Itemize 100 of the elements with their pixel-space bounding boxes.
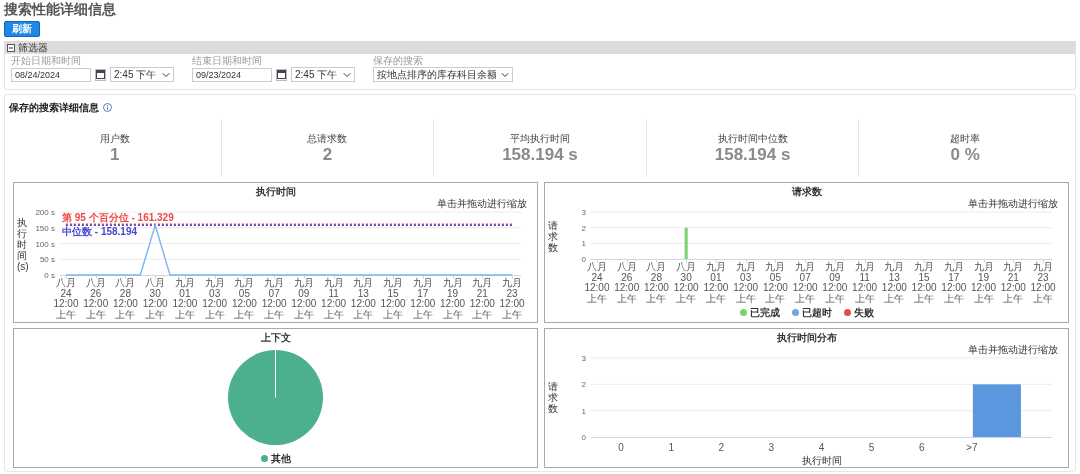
axis-title: 请求数 — [548, 219, 558, 252]
axis-label: >7 — [965, 442, 979, 453]
axis-label: 九月 05 12:00 上午 — [761, 262, 789, 304]
axis-label: 0 s — [44, 271, 55, 280]
axis-label: 九月 09 12:00 上午 — [821, 262, 849, 304]
axis-label: 九月 21 12:00 上午 — [468, 278, 496, 320]
filter-title: 筛选器 — [18, 41, 48, 55]
axis-label: 九月 19 12:00 上午 — [439, 278, 467, 320]
axis-label: 八月 30 12:00 上午 — [141, 278, 169, 320]
chart-title: 上下文 — [259, 330, 292, 344]
axis-label: 1 — [667, 442, 675, 453]
axis-label: 5 — [867, 442, 876, 453]
axis-label: 九月 13 12:00 上午 — [880, 262, 908, 304]
axis-label: 2 — [581, 223, 586, 233]
axis-label: 0 — [581, 255, 586, 264]
stat-label: 用户数 — [99, 132, 130, 145]
chart-title: 请求数 — [790, 185, 823, 198]
date-field[interactable]: 09/23/2024 — [192, 67, 272, 82]
info-icon — [103, 103, 112, 112]
axis-label: 九月 11 12:00 上午 — [851, 262, 879, 304]
axis-label: 3 — [767, 442, 776, 453]
axis-label: 2 — [581, 379, 586, 389]
axis-label: 1 — [581, 239, 586, 249]
data-bar — [972, 383, 1021, 437]
data-bar — [684, 227, 688, 259]
field-label: 开始日期和时间 — [11, 55, 82, 67]
time-select[interactable]: 2:45 下午 — [110, 67, 174, 82]
axis-label: 九月 11 12:00 上午 — [320, 278, 348, 320]
axis-label: 八月 28 12:00 上午 — [111, 278, 139, 320]
axis-label: 50 s — [39, 255, 55, 265]
page-title: 搜索性能详细信息 — [4, 1, 117, 17]
axis-label: 3 — [581, 208, 586, 217]
axis-label: 九月 23 12:00 上午 — [498, 278, 526, 320]
axis-label: 八月 28 12:00 上午 — [642, 262, 670, 304]
field-label: 结束日期和时间 — [192, 55, 263, 67]
stat-value: 1 — [110, 144, 120, 164]
axis-label: 九月 23 12:00 上午 — [1029, 262, 1057, 304]
axis-label: 九月 17 12:00 上午 — [409, 278, 437, 320]
axis-label: 九月 01 12:00 上午 — [171, 278, 199, 320]
section-title: 保存的搜索详细信息 — [9, 101, 99, 115]
axis-label: 6 — [917, 442, 926, 453]
saved-search-select[interactable]: 按地点排序的库存科目余额 — [373, 67, 513, 82]
axis-label: 九月 09 12:00 上午 — [290, 278, 318, 320]
zoom-hint: 单击并拖动进行缩放 — [968, 343, 1058, 355]
stat-value: 0 % — [950, 144, 980, 164]
stat-value: 2 — [322, 144, 333, 164]
axis-label: 0 — [617, 442, 625, 453]
field-label: 保存的搜索 — [373, 55, 424, 67]
stat-label: 平均执行时间 — [510, 132, 570, 145]
axis-label: 200 s — [35, 208, 55, 217]
date-field[interactable]: 08/24/2024 — [11, 67, 91, 82]
chart-title: 执行时间 — [254, 185, 297, 198]
axis-label: 150 s — [35, 223, 55, 233]
axis-label: 九月 03 12:00 上午 — [732, 262, 760, 304]
zoom-hint: 单击并拖动进行缩放 — [968, 198, 1058, 209]
axis-label: 九月 03 12:00 上午 — [201, 278, 229, 320]
axis-label: 八月 26 12:00 上午 — [82, 278, 110, 320]
axis-label: 八月 24 12:00 上午 — [584, 262, 611, 304]
reference-label: 第 95 个百分位 - 161.329 — [62, 213, 174, 224]
axis-label: 九月 21 12:00 上午 — [999, 262, 1027, 304]
axis-label: 九月 15 12:00 上午 — [910, 262, 938, 304]
stat-label: 总请求数 — [307, 132, 348, 145]
axis-label: 九月 01 12:00 上午 — [702, 262, 730, 304]
stat-label: 执行时间中位数 — [717, 132, 788, 145]
axis-label: 九月 13 12:00 上午 — [349, 278, 377, 320]
filter-header[interactable]: 筛选器 — [4, 41, 1076, 54]
axis-title: 请求数 — [548, 380, 558, 414]
axis-label: 九月 17 12:00 上午 — [940, 262, 968, 304]
axis-label: 100 s — [35, 239, 55, 249]
axis-label: 九月 07 12:00 上午 — [791, 262, 819, 304]
refresh-button[interactable]: 刷新 — [4, 21, 40, 37]
axis-label: 八月 26 12:00 上午 — [613, 262, 641, 304]
calendar-icon — [96, 70, 105, 79]
time-select[interactable]: 2:45 下午 — [291, 67, 355, 82]
legend-label: 已完成 — [749, 306, 780, 320]
axis-label: 九月 15 12:00 上午 — [379, 278, 407, 320]
axis-title: 执行时间 — [800, 454, 843, 466]
calendar-button[interactable] — [95, 68, 106, 81]
axis-label: 八月 30 12:00 上午 — [672, 262, 700, 304]
axis-label: 九月 19 12:00 上午 — [970, 262, 998, 304]
chart-title: 执行时间分布 — [775, 330, 838, 344]
axis-label: 九月 07 12:00 上午 — [260, 278, 288, 320]
axis-label: 4 — [817, 442, 826, 453]
axis-label: 3 — [581, 353, 586, 363]
axis-label: 九月 05 12:00 上午 — [230, 278, 258, 320]
stat-value: 158.194 s — [502, 144, 578, 164]
stat-value: 158.194 s — [714, 144, 791, 164]
calendar-icon — [277, 70, 286, 79]
stat-label: 超时率 — [950, 132, 981, 145]
legend-label: 失败 — [853, 306, 874, 320]
reference-label: 中位数 - 158.194 — [62, 227, 138, 238]
legend-label: 其他 — [270, 451, 291, 466]
zoom-hint: 单击并拖动进行缩放 — [437, 198, 527, 209]
legend-label: 已超时 — [801, 306, 832, 320]
axis-label: 八月 24 12:00 上午 — [53, 278, 80, 320]
axis-label: 0 — [581, 432, 586, 442]
calendar-button[interactable] — [276, 68, 287, 81]
axis-label: 1 — [581, 406, 586, 416]
axis-title: 执行时间(s) — [17, 216, 27, 271]
axis-label: 2 — [717, 442, 726, 453]
